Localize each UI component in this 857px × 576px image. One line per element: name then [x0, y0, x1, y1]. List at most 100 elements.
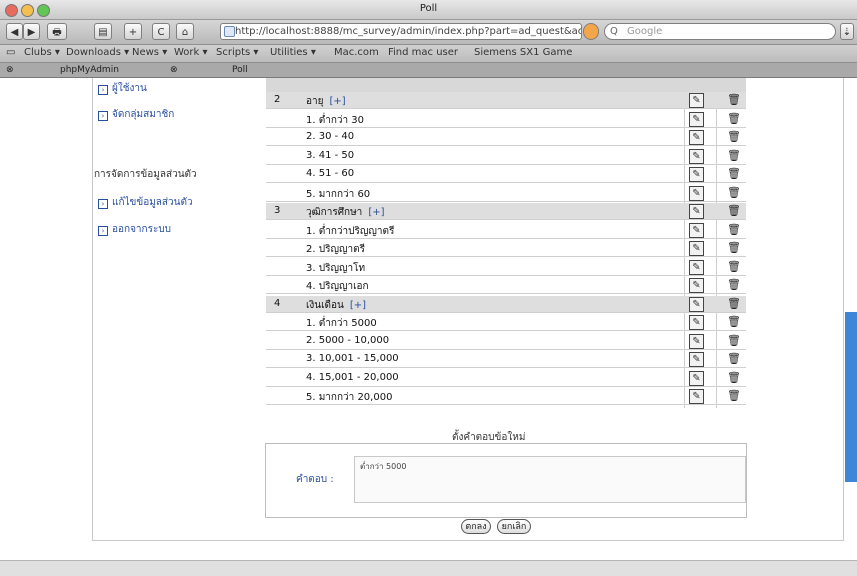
edit-icon[interactable]: ✎	[689, 333, 704, 349]
trash-icon[interactable]: 🗑	[727, 149, 741, 162]
trash-icon[interactable]: 🗑	[727, 371, 741, 384]
bookmark-scripts[interactable]: Scripts ▾	[216, 47, 258, 58]
question-row: 4 เงินเดือน [+] ✎ 🗑	[266, 295, 746, 313]
answer-text: 4. ปริญญาเอก	[306, 279, 369, 294]
question-label: เงินเดือน	[306, 299, 344, 311]
sidebar-link-users[interactable]: › ผู้ใช้งาน	[98, 81, 147, 96]
question-row: 3 วุฒิการศึกษา [+] ✎ 🗑	[266, 203, 746, 220]
answer-text: 2. ปริญญาตรี	[306, 242, 365, 257]
extension-button[interactable]: ⇣	[840, 23, 854, 40]
edit-icon[interactable]: ✎	[689, 167, 704, 182]
answer-row: 4. ปริญญาเอก ✎ 🗑	[266, 277, 746, 294]
edit-icon[interactable]: ✎	[689, 278, 704, 293]
tab-phpmyadmin[interactable]: phpMyAdmin	[60, 63, 119, 77]
edit-icon[interactable]: ✎	[689, 370, 704, 386]
answer-label: 3. 10,001 - 15,000	[306, 353, 399, 364]
trash-icon[interactable]: 🗑	[727, 389, 741, 402]
bookmark-mac-com[interactable]: Mac.com	[334, 47, 379, 58]
trash-icon[interactable]: 🗑	[727, 204, 741, 217]
edit-icon[interactable]: ✎	[689, 93, 704, 108]
answer-text: 5. มากกว่า 20,000	[306, 390, 392, 405]
forward-button[interactable]: ▶	[23, 23, 40, 40]
trash-icon[interactable]: 🗑	[727, 112, 741, 125]
address-bar[interactable]: http://localhost:8888/mc_survey/admin/in…	[220, 23, 582, 40]
question-text: วุฒิการศึกษา [+]	[306, 205, 385, 220]
trash-icon[interactable]: 🗑	[727, 223, 741, 236]
trash-icon[interactable]: 🗑	[727, 352, 741, 365]
edit-icon[interactable]: ✎	[689, 148, 704, 164]
tab-close-icon[interactable]: ⊗	[6, 63, 14, 77]
page-scrollbar[interactable]	[845, 312, 857, 482]
edit-icon[interactable]: ✎	[689, 204, 704, 219]
answer-row: 1. ต่ำกว่าปริญญาตรี ✎ 🗑	[266, 222, 746, 239]
trash-icon[interactable]: 🗑	[727, 130, 741, 143]
home-button[interactable]: ⌂	[176, 23, 194, 40]
reload-button[interactable]: C	[152, 23, 170, 40]
bookmarks-button[interactable]: ▤	[94, 23, 112, 40]
question-text: อายุ [+]	[306, 94, 346, 109]
sidebar-heading-personal: การจัดการข้อมูลส่วนตัว	[94, 169, 197, 180]
add-answer-link[interactable]: [+]	[368, 207, 384, 218]
sidebar-link-manage-members[interactable]: › จัดกลุ่มสมาชิก	[98, 107, 174, 122]
tab-close-icon[interactable]: ⊗	[170, 63, 178, 77]
bookmarks-book-icon[interactable]: ▭	[6, 47, 15, 58]
trash-icon[interactable]: 🗑	[727, 260, 741, 273]
trash-icon[interactable]: 🗑	[727, 186, 741, 199]
edit-icon[interactable]: ✎	[689, 185, 704, 201]
arrow-box-icon: ›	[98, 85, 108, 95]
print-button[interactable]: 🖶	[47, 23, 67, 40]
edit-icon[interactable]: ✎	[689, 130, 704, 145]
answer-row: 1. ต่ำกว่า 5000 ✎ 🗑	[266, 314, 746, 331]
bookmark-utilities[interactable]: Utilities ▾	[270, 47, 316, 58]
forward-icon: ▶	[27, 27, 36, 38]
trash-icon[interactable]: 🗑	[727, 93, 741, 106]
submit-button[interactable]: ตกลง	[461, 519, 491, 534]
rss-button[interactable]	[583, 23, 599, 40]
edit-icon[interactable]: ✎	[689, 315, 704, 330]
edit-icon[interactable]: ✎	[689, 389, 704, 404]
search-placeholder: Google	[627, 26, 663, 37]
add-answer-link[interactable]: [+]	[350, 300, 366, 311]
bookmark-find-mac-user[interactable]: Find mac user	[388, 47, 458, 58]
trash-icon[interactable]: 🗑	[727, 278, 741, 291]
answer-label: 4. 15,001 - 20,000	[306, 371, 399, 383]
search-field[interactable]: Q Google	[604, 23, 836, 40]
bookmark-siemens-game[interactable]: Siemens SX1 Game	[474, 47, 572, 58]
trash-icon[interactable]: 🗑	[727, 241, 741, 254]
edit-icon[interactable]: ✎	[689, 222, 704, 238]
add-answer-link[interactable]: [+]	[329, 96, 345, 107]
answer-text: 1. ต่ำกว่า 5000	[306, 316, 377, 331]
answer-row: 5. มากกว่า 20,000 ✎ 🗑	[266, 388, 746, 405]
answer-label: 3. ปริญญาโท	[306, 262, 366, 274]
address-text: http://localhost:8888/mc_survey/admin/in…	[235, 26, 582, 37]
answer-text: 4. 15,001 - 20,000	[306, 372, 399, 383]
trash-icon[interactable]: 🗑	[727, 167, 741, 180]
window-title: Poll	[419, 3, 438, 14]
edit-icon[interactable]: ✎	[689, 259, 704, 275]
edit-icon[interactable]: ✎	[689, 296, 704, 312]
edit-icon[interactable]: ✎	[689, 111, 704, 127]
tab-poll[interactable]: Poll	[232, 63, 248, 77]
bookmark-news[interactable]: News ▾	[132, 47, 167, 58]
bookmark-downloads[interactable]: Downloads ▾	[66, 47, 129, 58]
back-button[interactable]: ◀	[6, 23, 23, 40]
sidebar-link-logout[interactable]: › ออกจากระบบ	[98, 222, 171, 237]
add-bookmark-button[interactable]: +	[124, 23, 142, 40]
edit-icon[interactable]: ✎	[689, 352, 704, 367]
bookmark-clubs[interactable]: Clubs ▾	[24, 47, 60, 58]
bookmark-work[interactable]: Work ▾	[174, 47, 208, 58]
trash-icon[interactable]: 🗑	[727, 297, 741, 310]
browser-toolbar: ◀ ▶ 🖶 ▤ + C ⌂ http://localhost:8888/mc_s…	[0, 20, 857, 45]
question-table: 2 อายุ [+] ✎ 🗑 1. ต่ำกว่า 30 ✎ 🗑 2. 30 - 40 ✎ 🗑 3. …	[266, 78, 746, 408]
sidebar-link-edit-personal[interactable]: › แก้ไขข้อมูลส่วนตัว	[98, 195, 193, 210]
answer-label: 2. ปริญญาตรี	[306, 244, 365, 255]
answer-label: 2. 30 - 40	[306, 131, 355, 142]
trash-icon[interactable]: 🗑	[727, 315, 741, 328]
edit-icon[interactable]: ✎	[689, 241, 704, 256]
question-label: วุฒิการศึกษา	[306, 207, 363, 218]
trash-icon[interactable]: 🗑	[727, 334, 741, 347]
answer-label: 1. ต่ำกว่าปริญญาตรี	[306, 225, 395, 237]
answer-input[interactable]: ต่ำกว่า 5000	[354, 456, 746, 503]
back-icon: ◀	[10, 27, 19, 38]
cancel-button[interactable]: ยกเลิก	[497, 519, 531, 534]
